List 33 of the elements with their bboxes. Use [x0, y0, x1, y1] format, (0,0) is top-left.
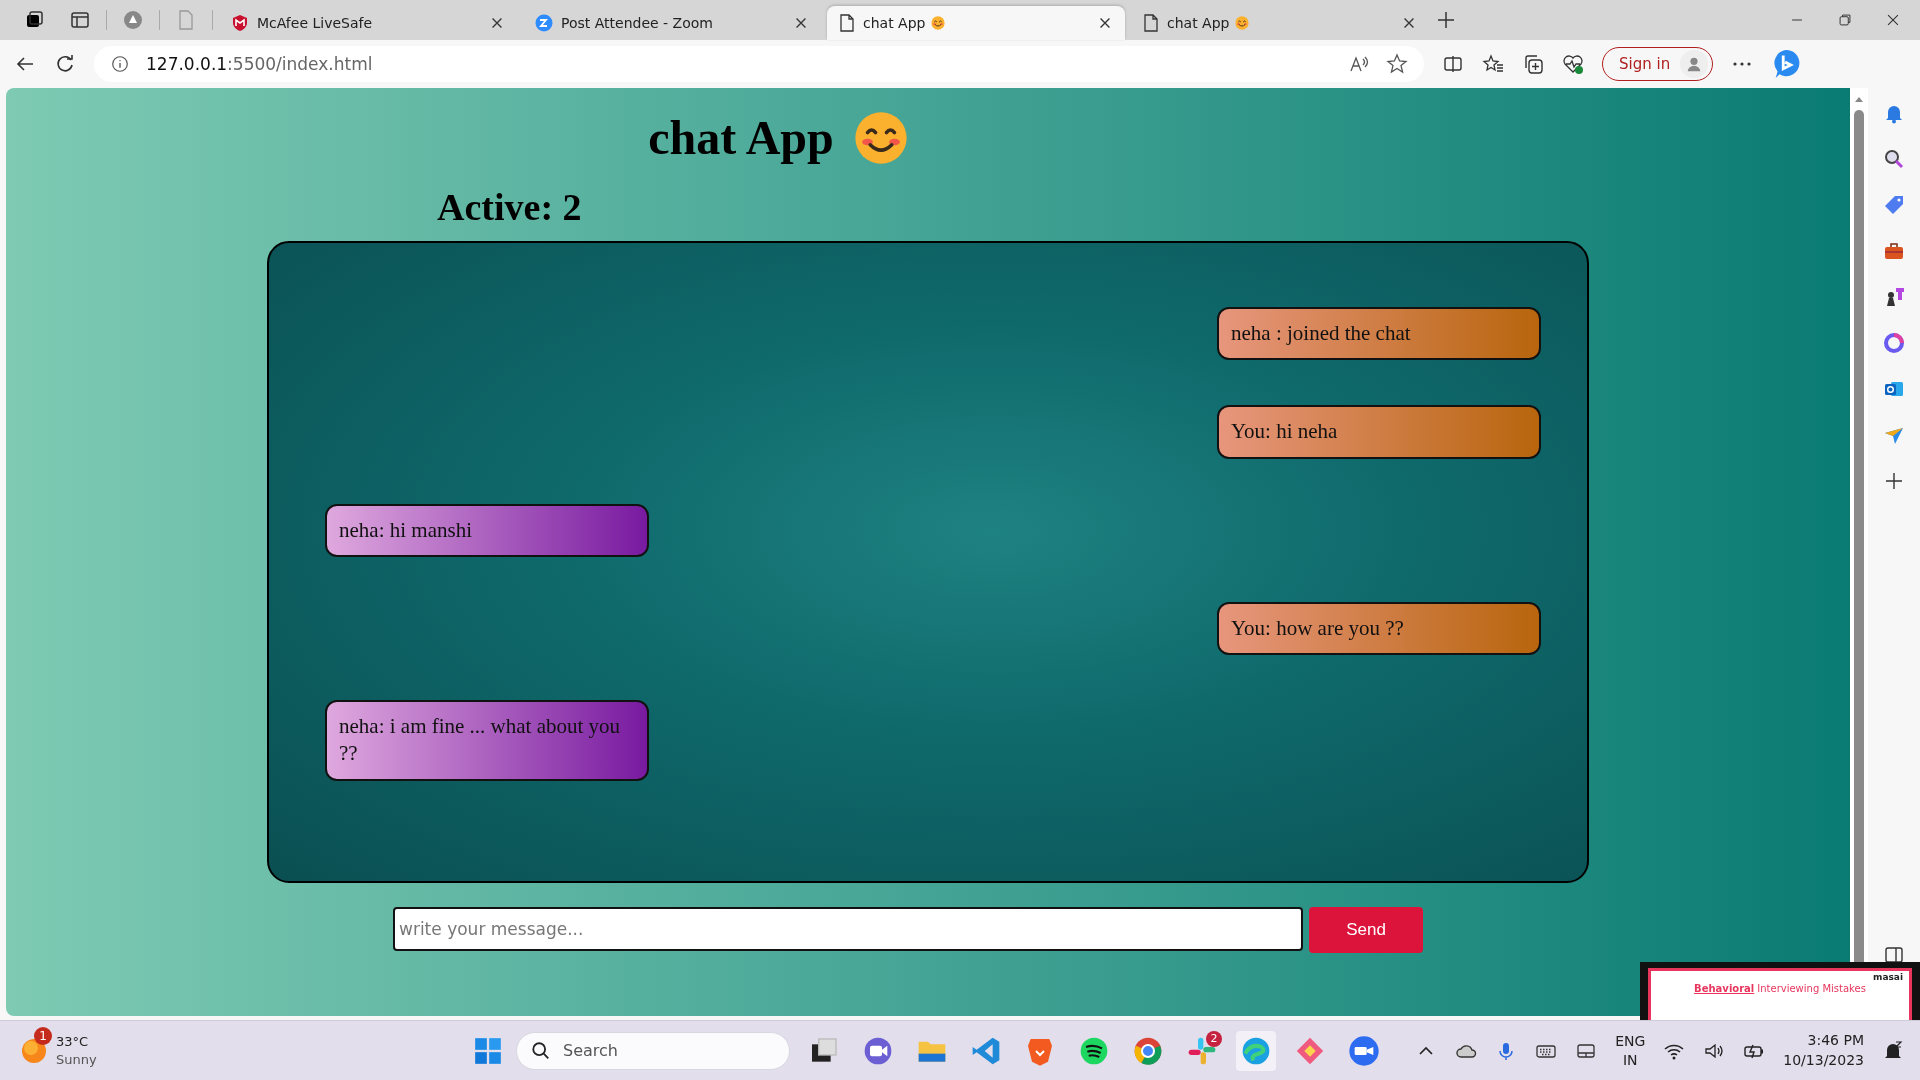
tab-title: chat App: [1167, 15, 1230, 31]
tab-title: Post Attendee - Zoom: [561, 15, 713, 31]
message-input[interactable]: write your message...: [393, 907, 1303, 951]
url-host: 127.0.0.1: [146, 54, 228, 74]
brand-text: masai: [1873, 972, 1903, 982]
clock-date[interactable]: 10/13/2023: [1783, 1050, 1864, 1071]
tab-title: chat App: [863, 15, 926, 31]
video-overlay[interactable]: masai Behavioral Interviewing Mistakes: [1640, 962, 1920, 1020]
clock-time[interactable]: 3:46 PM: [1807, 1030, 1864, 1051]
slide-heading-highlight: Behavioral: [1694, 983, 1755, 994]
active-count: Active: 2: [437, 185, 582, 229]
taskbar-search[interactable]: Search: [516, 1031, 790, 1070]
url-path: :5500/index.html: [227, 54, 373, 74]
page-title: chat App: [648, 110, 834, 165]
temperature: 33°C: [56, 1032, 90, 1051]
message-bubble: You: how are you ??: [1217, 601, 1541, 656]
message-bubble: neha: hi manshi: [325, 503, 649, 557]
tab-title: McAfee LiveSafe: [257, 15, 373, 31]
weather-condition: Sunny: [56, 1050, 97, 1069]
browser-tab[interactable]: chat App: [827, 6, 1125, 40]
browser-tab[interactable]: chat App: [1131, 6, 1429, 40]
message-bubble: neha: i am fine ... what about you ??: [325, 700, 649, 781]
region-text[interactable]: IN: [1622, 1050, 1638, 1069]
message-bubble: You: hi neha: [1217, 405, 1541, 459]
browser-tab[interactable]: McAfee LiveSafe: [219, 6, 517, 40]
language-text[interactable]: ENG: [1615, 1032, 1646, 1051]
message-bubble: neha : joined the chat: [1217, 307, 1541, 361]
notification-badge: 1: [34, 1026, 52, 1045]
slide-heading: Interviewing Mistakes: [1757, 983, 1866, 994]
notification-badge: 2: [1206, 1030, 1222, 1047]
browser-tab[interactable]: Post Attendee - Zoom: [523, 6, 821, 40]
address-bar[interactable]: 127.0.0.1:5500/index.html: [94, 46, 1424, 82]
send-button[interactable]: Send: [1309, 907, 1423, 953]
